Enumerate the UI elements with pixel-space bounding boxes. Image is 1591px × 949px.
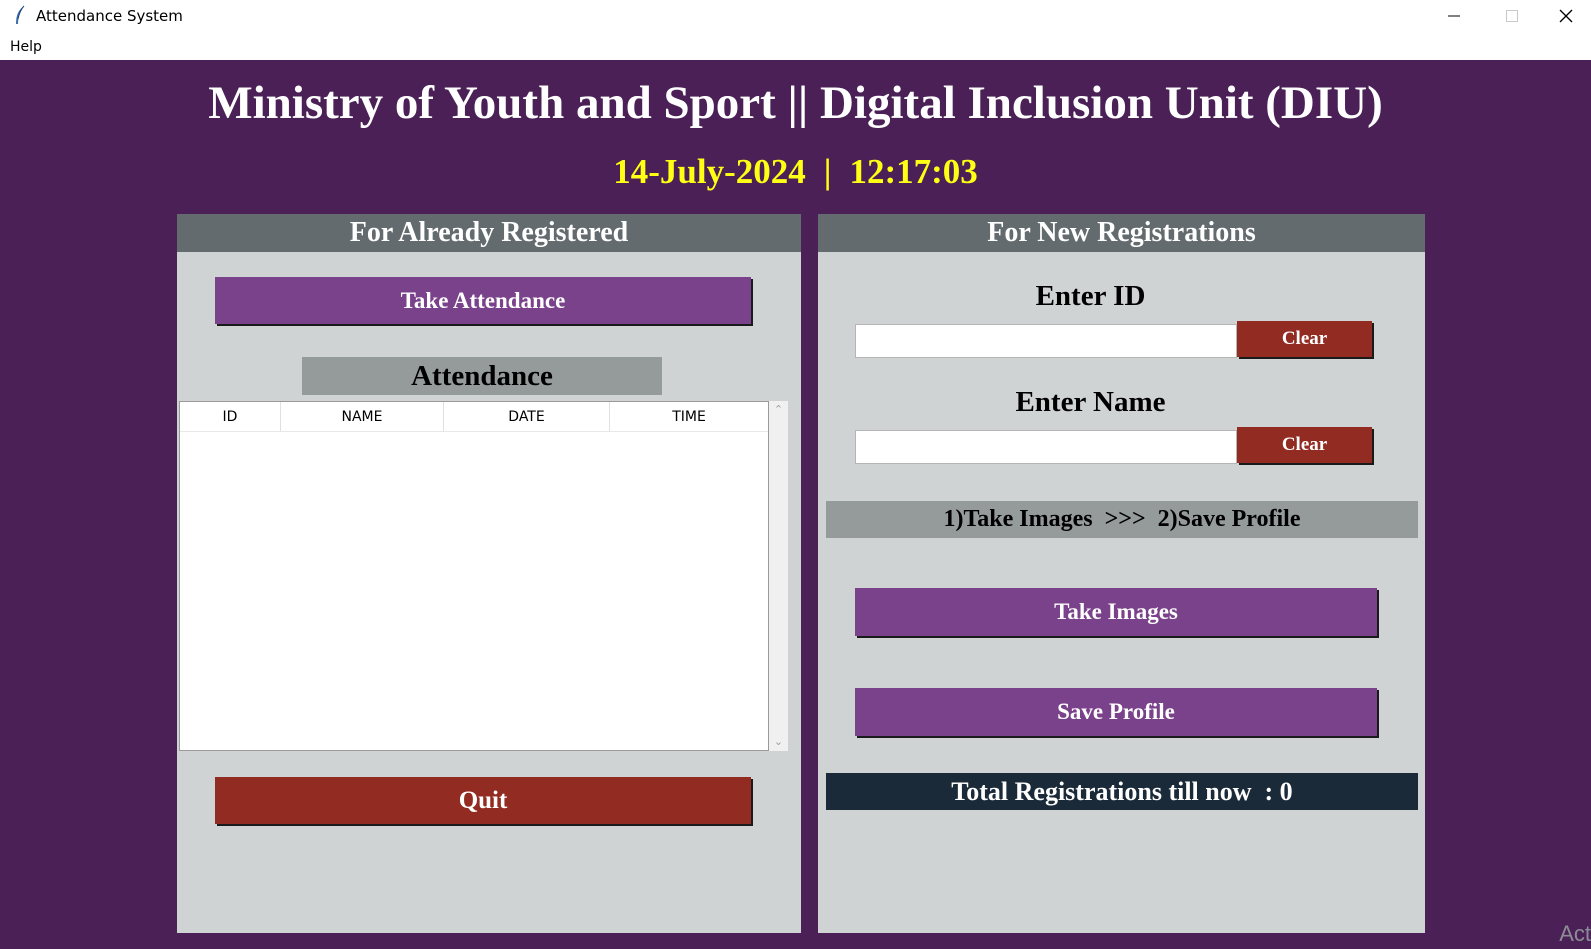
menu-help[interactable]: Help	[10, 39, 42, 55]
table-scrollbar[interactable]: ⌃ ⌄	[769, 401, 788, 751]
close-button[interactable]	[1541, 0, 1591, 32]
close-icon	[1559, 9, 1573, 23]
main-window: Ministry of Youth and Sport || Digital I…	[0, 60, 1591, 949]
page-title: Ministry of Youth and Sport || Digital I…	[208, 77, 1383, 129]
attendance-label: Attendance	[302, 357, 662, 395]
enter-id-label: Enter ID	[1035, 280, 1146, 312]
column-header-id[interactable]: ID	[180, 402, 281, 432]
registered-panel: For Already Registered Take Attendance A…	[177, 214, 801, 933]
menu-bar: Help	[0, 32, 1591, 60]
name-input[interactable]	[855, 430, 1237, 464]
take-attendance-button[interactable]: Take Attendance	[215, 277, 751, 324]
enter-name-label: Enter Name	[1015, 386, 1166, 418]
maximize-icon	[1506, 10, 1518, 22]
total-registrations-label: Total Registrations till now : 0	[826, 773, 1418, 810]
scroll-down-icon[interactable]: ⌄	[769, 733, 788, 751]
clear-name-button[interactable]: Clear	[1237, 427, 1372, 463]
column-header-date[interactable]: DATE	[444, 402, 610, 432]
date-text: 14-July-2024	[613, 152, 806, 191]
registration-steps-label: 1)Take Images >>> 2)Save Profile	[826, 501, 1418, 538]
minimize-button[interactable]	[1425, 0, 1483, 32]
date-time-separator: |	[823, 152, 832, 191]
scroll-up-icon[interactable]: ⌃	[769, 401, 788, 419]
take-images-button[interactable]: Take Images	[855, 588, 1377, 636]
clear-id-button[interactable]: Clear	[1237, 321, 1372, 357]
new-registration-panel: For New Registrations Enter ID Clear Ent…	[818, 214, 1425, 933]
title-bar: Attendance System	[0, 0, 1591, 32]
registered-panel-title: For Already Registered	[177, 214, 801, 252]
attendance-table[interactable]: ID NAME DATE TIME	[179, 401, 769, 751]
new-registration-panel-title: For New Registrations	[818, 214, 1425, 252]
quit-button[interactable]: Quit	[215, 777, 751, 824]
minimize-icon	[1448, 15, 1460, 17]
window-title: Attendance System	[36, 7, 183, 25]
date-time-display: 14-July-2024 | 12:17:03	[0, 152, 1591, 192]
column-header-name[interactable]: NAME	[281, 402, 444, 432]
time-text: 12:17:03	[849, 152, 978, 191]
activation-watermark: Act	[1559, 921, 1591, 946]
column-header-time[interactable]: TIME	[610, 402, 768, 432]
id-input[interactable]	[855, 324, 1237, 358]
feather-icon	[16, 5, 25, 24]
save-profile-button[interactable]: Save Profile	[855, 688, 1377, 736]
maximize-button[interactable]	[1483, 0, 1541, 32]
